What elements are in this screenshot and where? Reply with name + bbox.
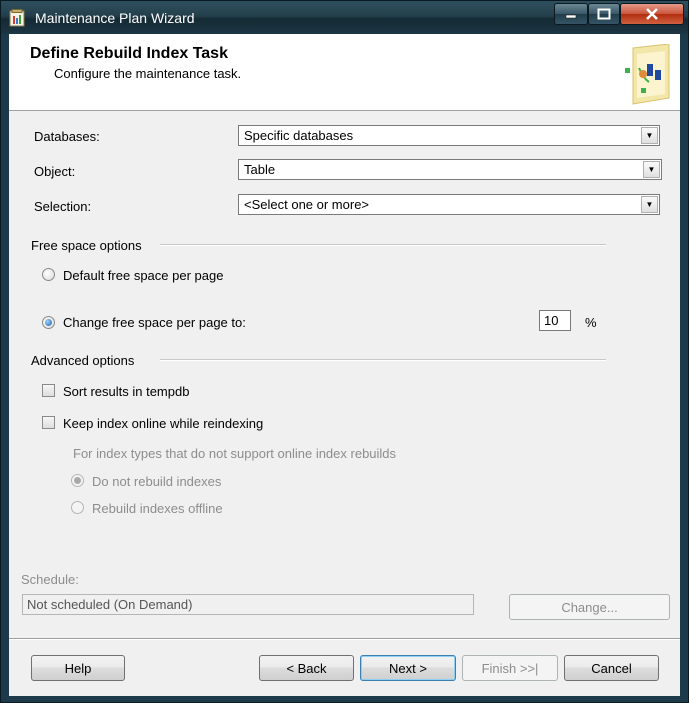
sort-tempdb-label: Sort results in tempdb [63, 384, 190, 399]
free-space-divider [160, 244, 606, 246]
chevron-down-icon: ▼ [643, 161, 660, 178]
close-button[interactable] [620, 3, 684, 25]
next-button[interactable]: Next > [360, 655, 456, 681]
wizard-client-area: Define Rebuild Index Task Configure the … [9, 34, 680, 696]
close-icon [646, 8, 658, 20]
advanced-group-label: Advanced options [31, 353, 135, 368]
default-free-space-label: Default free space per page [63, 268, 224, 283]
selection-label: Selection: [34, 199, 92, 214]
free-space-percent-input[interactable]: 10 [539, 310, 571, 331]
selection-value: <Select one or more> [244, 197, 370, 212]
page-title: Define Rebuild Index Task [30, 45, 228, 62]
maximize-icon [597, 8, 611, 20]
cancel-button[interactable]: Cancel [564, 655, 659, 681]
default-free-space-radio[interactable] [42, 268, 55, 281]
finish-button[interactable]: Finish >>| [462, 655, 558, 681]
rebuild-offline-label: Rebuild indexes offline [92, 501, 223, 516]
change-free-space-radio[interactable] [42, 316, 55, 329]
keep-online-label: Keep index online while reindexing [63, 416, 264, 431]
maintenance-plan-app-icon [9, 9, 25, 27]
online-note-label: For index types that do not support onli… [73, 446, 397, 461]
page-subtitle: Configure the maintenance task. [54, 66, 242, 81]
percent-unit-label: % [585, 315, 597, 330]
object-value: Table [244, 162, 276, 177]
wizard-header: Define Rebuild Index Task Configure the … [9, 34, 680, 111]
change-schedule-button[interactable]: Change... [509, 594, 670, 620]
databases-value: Specific databases [244, 128, 354, 143]
rebuild-offline-radio[interactable] [71, 501, 84, 514]
do-not-rebuild-label: Do not rebuild indexes [92, 474, 222, 489]
minimize-icon [565, 14, 577, 19]
databases-dropdown[interactable]: Specific databases ▼ [238, 125, 660, 146]
schedule-field: Not scheduled (On Demand) [22, 594, 474, 615]
minimize-button[interactable] [554, 3, 588, 25]
object-dropdown[interactable]: Table ▼ [238, 159, 662, 180]
wizard-window: Maintenance Plan Wizard Define Rebuild I… [0, 0, 689, 703]
advanced-divider [160, 359, 606, 361]
footer-divider [9, 638, 680, 640]
chevron-down-icon: ▼ [641, 196, 658, 213]
title-bar[interactable]: Maintenance Plan Wizard [1, 1, 688, 34]
maximize-button[interactable] [588, 3, 620, 25]
wizard-banner-icon [625, 44, 670, 105]
object-label: Object: [34, 164, 76, 179]
change-free-space-label: Change free space per page to: [63, 315, 246, 330]
selection-dropdown[interactable]: <Select one or more> ▼ [238, 194, 660, 215]
chevron-down-icon: ▼ [641, 127, 658, 144]
schedule-label: Schedule: [21, 572, 79, 587]
back-button[interactable]: < Back [259, 655, 354, 681]
keep-online-checkbox[interactable] [42, 416, 55, 429]
window-title: Maintenance Plan Wizard [35, 10, 195, 26]
do-not-rebuild-radio[interactable] [71, 474, 84, 487]
free-space-group-label: Free space options [31, 238, 142, 253]
databases-label: Databases: [34, 129, 100, 144]
help-button[interactable]: Help [31, 655, 125, 681]
sort-tempdb-checkbox[interactable] [42, 384, 55, 397]
